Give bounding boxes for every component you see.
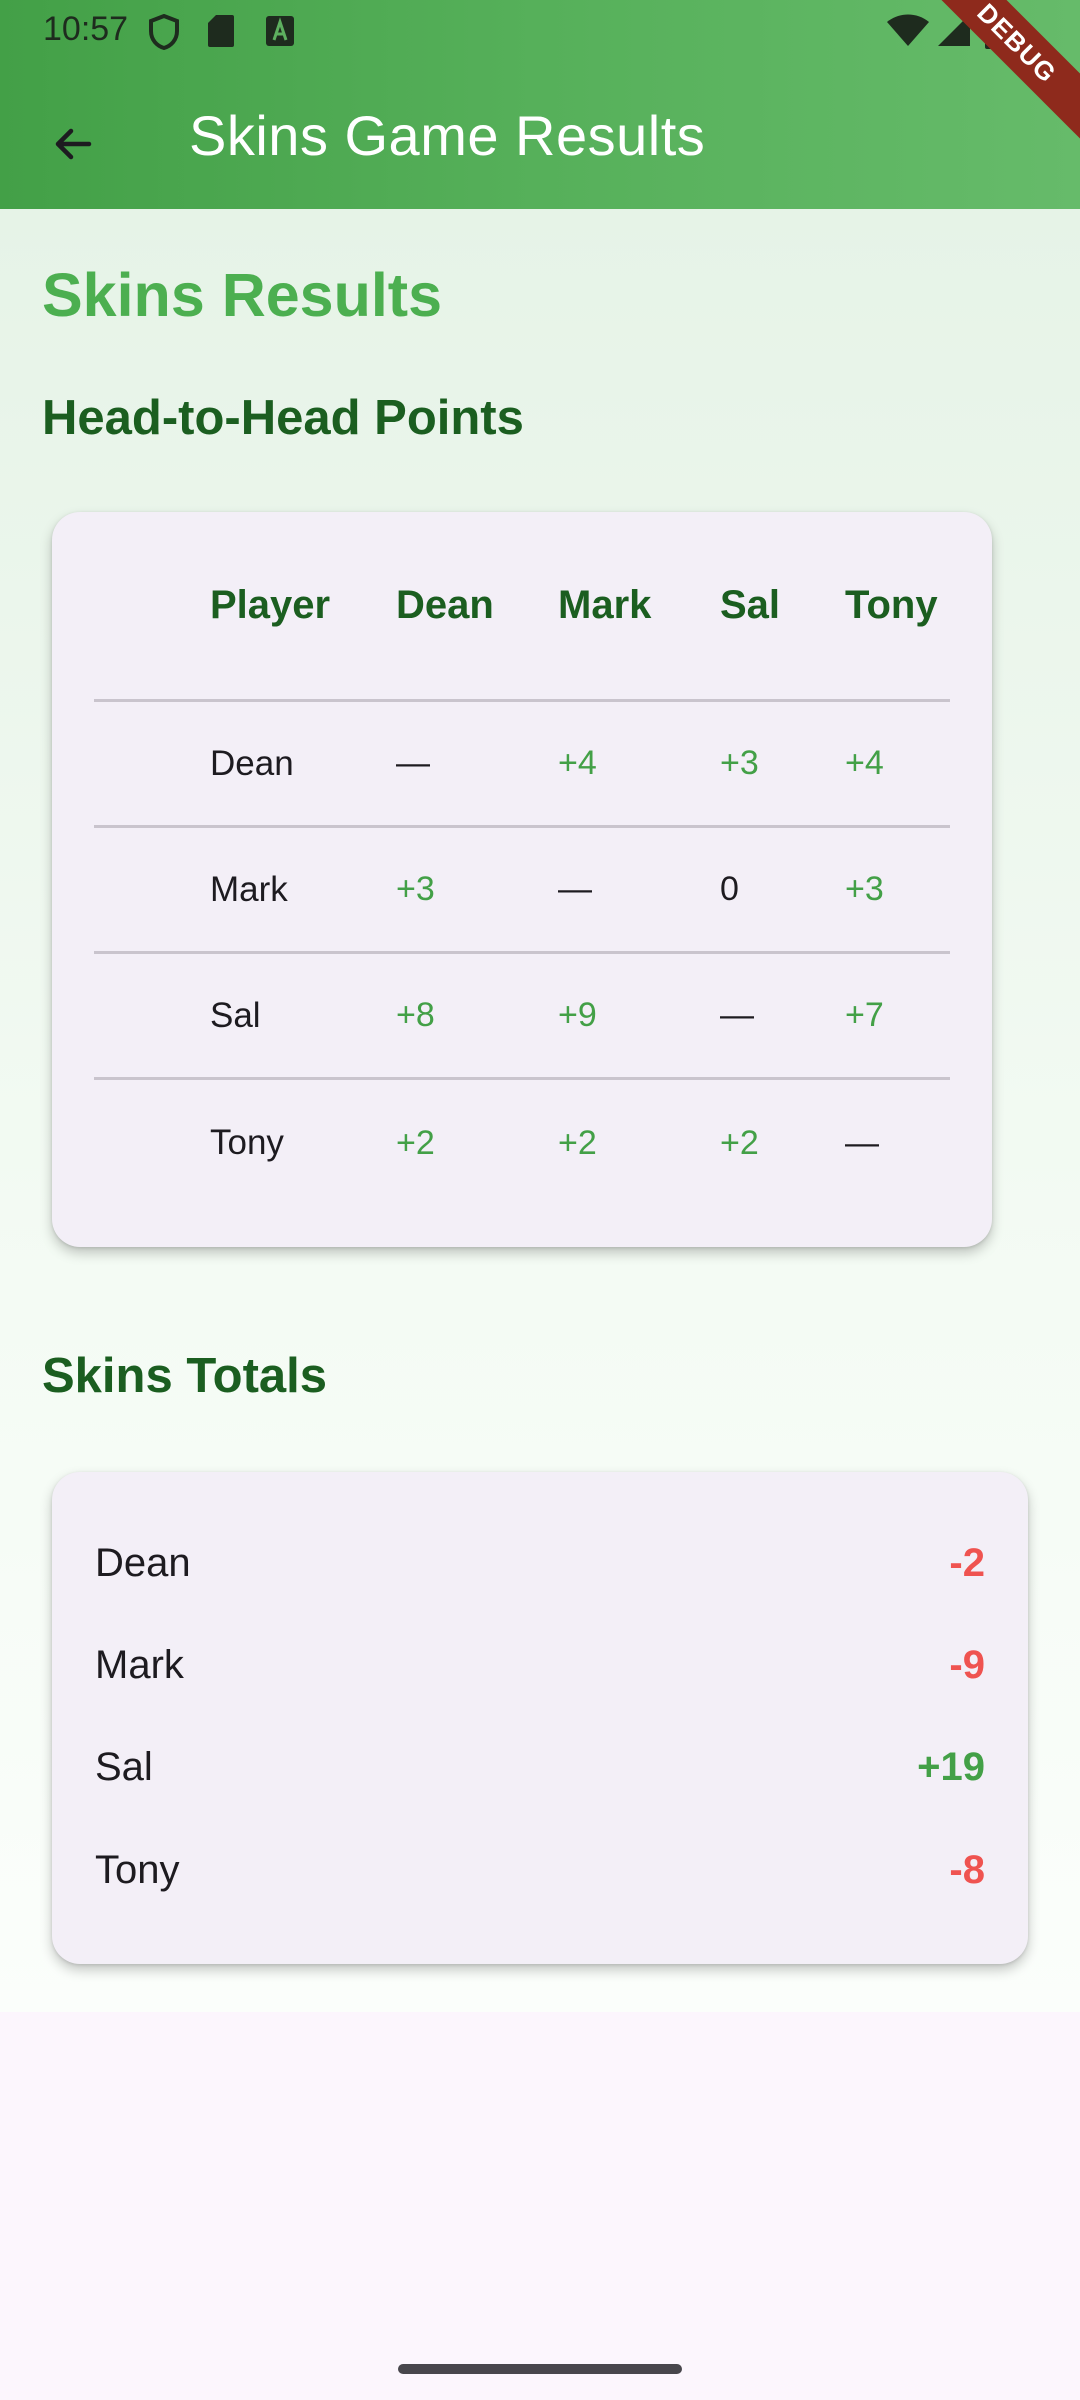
table-cell: — [558,870,592,908]
arrow-left-icon [55,128,92,160]
font-icon [264,14,296,53]
list-item: Mark -9 [95,1614,985,1716]
top-bar: 10:57 Skins Game Results DEBUG [0,0,1080,209]
table-cell: — [720,996,754,1034]
total-value: -2 [949,1540,985,1585]
page-title: Skins Results [42,261,443,329]
table-cell: +2 [396,1123,435,1162]
table-row: Tony +2 +2 +2 — [94,1080,950,1206]
total-player-name: Dean [95,1540,191,1585]
table-cell: — [845,1123,879,1162]
list-item: Sal +19 [95,1716,985,1818]
status-time: 10:57 [43,10,129,48]
screen: 10:57 Skins Game Results DEBUG Skins Res… [0,0,1080,2400]
column-header: Tony [845,583,938,627]
sd-card-icon [207,14,235,53]
total-player-name: Sal [95,1744,153,1789]
table-row: Dean — +4 +3 +4 [94,702,950,828]
back-button[interactable] [30,101,116,187]
table-cell: 0 [720,870,739,908]
shield-icon [148,13,180,55]
player-name: Dean [210,743,294,783]
table-cell: +7 [845,996,884,1034]
column-header: Dean [396,583,494,627]
table-cell: +3 [720,744,759,782]
home-indicator[interactable] [398,2364,682,2374]
h2h-heading: Head-to-Head Points [42,391,524,445]
table-cell: — [396,744,430,782]
column-header: Player [210,583,331,627]
total-player-name: Tony [95,1847,180,1892]
status-bar: 10:57 [0,0,1080,63]
h2h-table-card: Player Dean Mark Sal Tony Dean — +4 +3 +… [52,512,992,1247]
table-cell: +2 [720,1123,759,1162]
wifi-icon [886,12,930,53]
table-cell: +4 [845,744,884,782]
player-name: Tony [210,1123,284,1162]
totals-heading: Skins Totals [42,1349,328,1403]
total-value: -9 [949,1642,985,1687]
table-cell: +8 [396,996,435,1034]
total-player-name: Mark [95,1642,184,1687]
totals-card: Dean -2 Mark -9 Sal +19 Tony -8 [52,1472,1028,1964]
column-header: Sal [720,583,781,627]
list-item: Tony -8 [95,1819,985,1921]
app-bar: Skins Game Results [0,63,1080,209]
table-header-row: Player Dean Mark Sal Tony [94,512,950,702]
table-cell: +2 [558,1123,597,1162]
table-row: Mark +3 — 0 +3 [94,828,950,954]
table-row: Sal +8 +9 — +7 [94,954,950,1080]
table-cell: +3 [396,870,435,908]
table-cell: +4 [558,744,597,782]
table-cell: +3 [845,870,884,908]
player-name: Sal [210,995,261,1035]
total-value: -8 [949,1847,985,1892]
list-item: Dean -2 [95,1512,985,1614]
app-bar-title: Skins Game Results [189,104,706,167]
total-value: +19 [917,1744,985,1789]
table-cell: +9 [558,996,597,1034]
player-name: Mark [210,869,288,909]
column-header: Mark [558,583,652,627]
